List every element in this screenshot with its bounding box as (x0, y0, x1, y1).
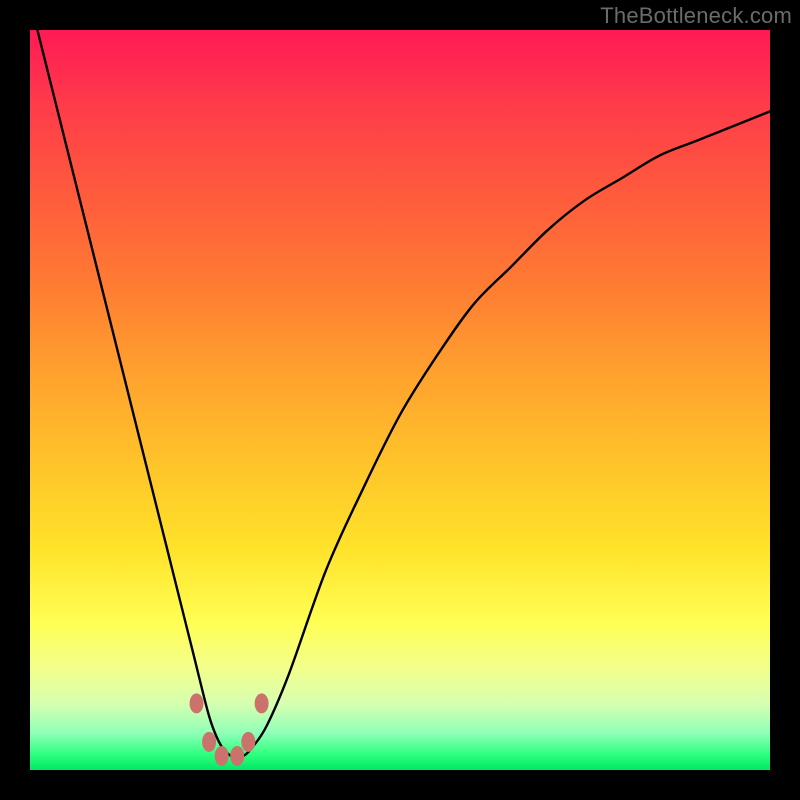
chart-svg (30, 30, 770, 770)
chart-frame: TheBottleneck.com (0, 0, 800, 800)
marker-right-lower (241, 732, 255, 752)
marker-left-lower (202, 732, 216, 752)
marker-right-upper (255, 693, 269, 713)
watermark-text: TheBottleneck.com (600, 3, 792, 29)
bottleneck-curve (37, 30, 770, 759)
plot-area (30, 30, 770, 770)
marker-bottom-right (230, 746, 244, 766)
curve-markers (190, 693, 269, 766)
marker-bottom-left (215, 746, 229, 766)
marker-left-upper (190, 693, 204, 713)
